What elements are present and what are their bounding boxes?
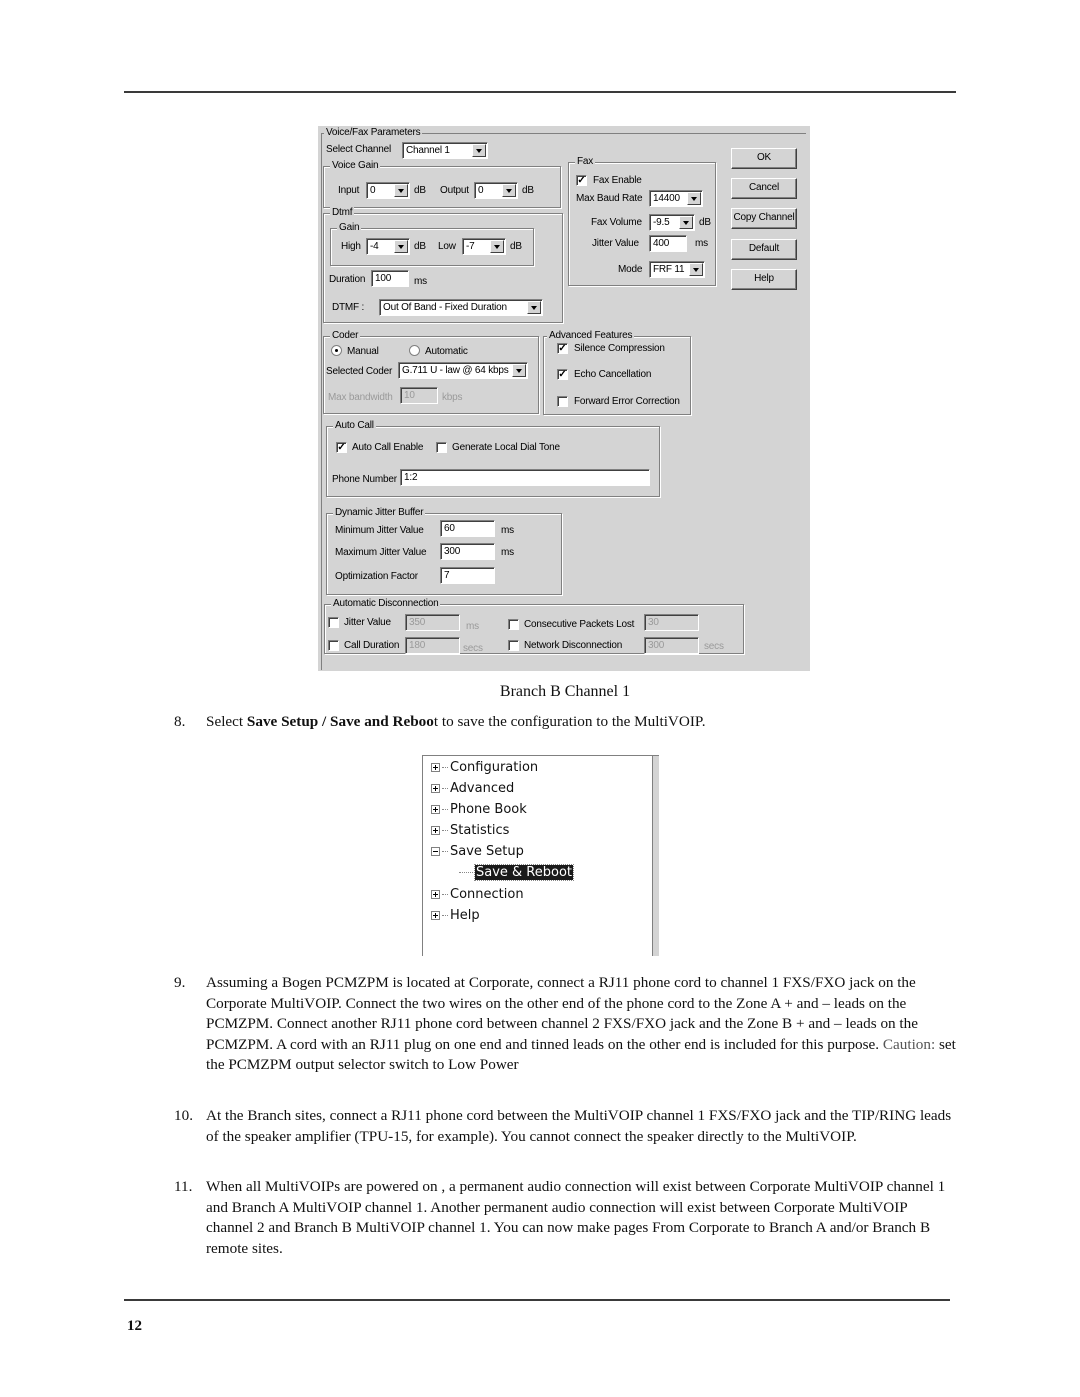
- dtmf-high-label: High: [341, 241, 361, 252]
- packets-lost-input: 30: [644, 614, 699, 631]
- fax-mode-label: Mode: [618, 264, 643, 275]
- expand-icon[interactable]: [431, 911, 440, 920]
- copy-channel-button[interactable]: Copy Channel: [731, 208, 797, 229]
- dtmf-mode-dropdown[interactable]: Out Of Band - Fixed Duration: [379, 299, 543, 316]
- call-duration-input: 180: [405, 637, 460, 654]
- page-number: 12: [127, 1318, 142, 1334]
- voice-fax-parameters-dialog: Voice/Fax Parameters Select Channel Chan…: [318, 126, 810, 671]
- chevron-down-icon[interactable]: [394, 240, 408, 253]
- forward-error-correction-checkbox[interactable]: [557, 396, 568, 407]
- max-bandwidth-label: Max bandwidth: [328, 392, 393, 403]
- tree-item-configuration[interactable]: Configuration: [431, 759, 538, 779]
- max-baud-rate-label: Max Baud Rate: [576, 193, 643, 204]
- chevron-down-icon[interactable]: [679, 216, 693, 229]
- chevron-down-icon[interactable]: [394, 184, 408, 197]
- select-channel-label: Select Channel: [326, 144, 392, 155]
- phone-number-label: Phone Number: [332, 474, 397, 485]
- expand-icon[interactable]: [431, 826, 440, 835]
- chevron-down-icon[interactable]: [527, 301, 541, 314]
- chevron-down-icon[interactable]: [687, 192, 701, 205]
- duration-input[interactable]: 100: [371, 270, 409, 287]
- dtmf-low-label: Low: [438, 241, 456, 252]
- min-jitter-label: Minimum Jitter Value: [335, 525, 424, 536]
- selected-coder-dropdown[interactable]: G.711 U - law @ 64 kbps: [398, 362, 528, 379]
- footer-rule: [124, 1299, 950, 1301]
- fax-volume-dropdown[interactable]: -9.5: [649, 214, 695, 231]
- default-button[interactable]: Default: [731, 239, 797, 260]
- fax-mode-dropdown[interactable]: FRF 11: [649, 261, 705, 278]
- min-jitter-input[interactable]: 60: [440, 520, 495, 537]
- network-disconnection-checkbox[interactable]: [508, 640, 519, 651]
- input-gain-label: Input: [338, 185, 360, 196]
- expand-icon[interactable]: [431, 805, 440, 814]
- call-duration-checkbox[interactable]: [328, 640, 339, 651]
- automatic-radio[interactable]: [409, 345, 420, 356]
- chevron-down-icon[interactable]: [689, 263, 703, 276]
- ok-button[interactable]: OK: [731, 148, 797, 169]
- auto-call-enable-checkbox[interactable]: ✓: [336, 442, 347, 453]
- tree-scrollbar[interactable]: [652, 756, 659, 956]
- fax-enable-checkbox[interactable]: ✓: [576, 175, 587, 186]
- expand-icon[interactable]: [431, 784, 440, 793]
- input-gain-dropdown[interactable]: 0: [366, 182, 410, 199]
- fax-jitter-input[interactable]: 400: [649, 235, 687, 252]
- help-button[interactable]: Help: [731, 269, 797, 290]
- dtmf-mode-label: DTMF :: [332, 302, 365, 313]
- silence-compression-checkbox[interactable]: ✓: [557, 343, 568, 354]
- echo-cancellation-checkbox[interactable]: ✓: [557, 369, 568, 380]
- tree-item-advanced[interactable]: Advanced: [431, 780, 514, 800]
- chevron-down-icon[interactable]: [490, 240, 504, 253]
- step-9: 9. Assuming a Bogen PCMZPM is located at…: [174, 974, 956, 1073]
- collapse-icon[interactable]: [431, 847, 440, 856]
- tree-item-statistics[interactable]: Statistics: [431, 822, 509, 842]
- generate-local-dial-tone-checkbox[interactable]: [436, 442, 447, 453]
- dtmf-high-dropdown[interactable]: -4: [366, 238, 410, 255]
- tree-item-save-setup[interactable]: Save Setup: [431, 843, 524, 863]
- jitter-value-disconnect-checkbox[interactable]: [328, 617, 339, 628]
- cancel-button[interactable]: Cancel: [731, 178, 797, 199]
- tree-item-phone-book[interactable]: Phone Book: [431, 801, 527, 821]
- selected-coder-label: Selected Coder: [326, 366, 393, 377]
- optimization-factor-label: Optimization Factor: [335, 571, 418, 582]
- output-gain-label: Output: [440, 185, 469, 196]
- tree-item-help[interactable]: Help: [431, 907, 480, 927]
- step-8: 8. Select Save Setup / Save and Reboot t…: [174, 713, 706, 730]
- expand-icon[interactable]: [431, 890, 440, 899]
- step-11: 11. When all MultiVOIPs are powered on ,…: [174, 1178, 946, 1257]
- output-gain-dropdown[interactable]: 0: [474, 182, 518, 199]
- tree-item-save-and-reboot[interactable]: Save & Reboot: [459, 864, 575, 884]
- fax-volume-label: Fax Volume: [591, 217, 642, 228]
- max-baud-rate-dropdown[interactable]: 14400: [649, 190, 703, 207]
- duration-label: Duration: [329, 274, 366, 285]
- max-jitter-label: Maximum Jitter Value: [335, 547, 427, 558]
- network-disconnection-input: 300: [644, 637, 699, 654]
- tree-item-connection[interactable]: Connection: [431, 886, 524, 906]
- packets-lost-checkbox[interactable]: [508, 619, 519, 630]
- group-title: Voice/Fax Parameters: [324, 127, 423, 139]
- step-10: 10. At the Branch sites, connect a RJ11 …: [174, 1107, 952, 1145]
- chevron-down-icon[interactable]: [502, 184, 516, 197]
- auto-call-group: Auto Call: [326, 420, 660, 497]
- manual-radio[interactable]: [331, 345, 342, 356]
- chevron-down-icon[interactable]: [472, 144, 486, 157]
- select-channel-dropdown[interactable]: Channel 1: [402, 142, 488, 159]
- chevron-down-icon[interactable]: [512, 364, 526, 377]
- fax-jitter-label: Jitter Value: [592, 238, 639, 249]
- max-bandwidth-input: 10: [400, 387, 438, 404]
- dtmf-low-dropdown[interactable]: -7: [462, 238, 506, 255]
- expand-icon[interactable]: [431, 763, 440, 772]
- figure-caption: Branch B Channel 1: [499, 683, 631, 700]
- phone-number-input[interactable]: 1:2: [400, 469, 650, 486]
- header-rule: [124, 91, 956, 93]
- jitter-value-disconnect-input: 350: [405, 614, 460, 631]
- navigation-tree: Configuration Advanced Phone Book Statis…: [422, 755, 659, 956]
- optimization-factor-input[interactable]: 7: [440, 567, 495, 584]
- max-jitter-input[interactable]: 300: [440, 543, 495, 560]
